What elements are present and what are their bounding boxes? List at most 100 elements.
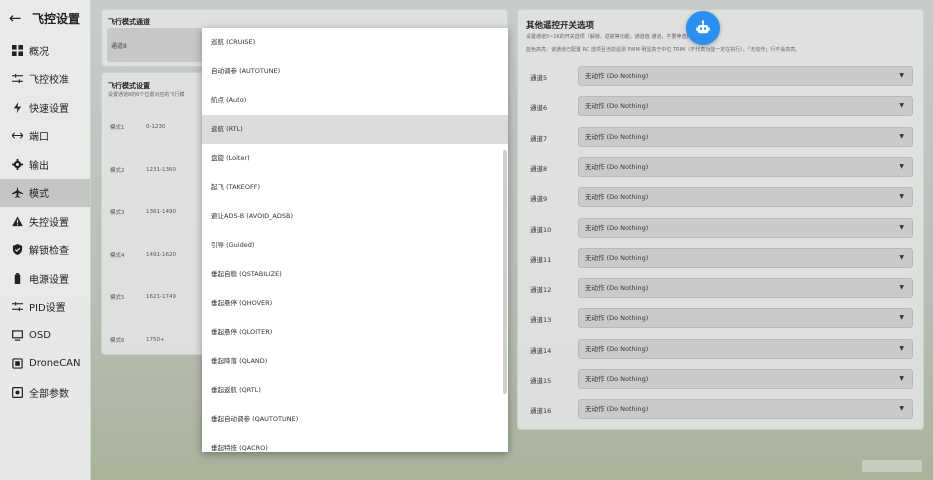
channel-label: 通道5 xyxy=(530,74,548,82)
dropdown-option[interactable]: 引导 (Guided) xyxy=(202,231,508,260)
sidebar-item-12[interactable]: 全部参数 xyxy=(0,378,90,407)
channel-label: 通道8 xyxy=(530,164,548,173)
dropdown-option[interactable]: 避让ADS-B (AVOID_ADSB) xyxy=(202,202,508,231)
channel-row: 通道16 无动作 (Do Nothing) ▼ xyxy=(518,399,925,421)
channel-option-value: 无动作 (Do Nothing) xyxy=(585,405,649,414)
dropdown-option[interactable]: 垂起返航 (QRTL) xyxy=(202,376,508,405)
dropdown-option[interactable]: 垂起降落 (QLAND) xyxy=(202,347,508,376)
sidebar-title: 飞控设置 xyxy=(32,11,81,26)
flight-mode-settings-subtitle: 设置通道8的6个位置对应的飞行模 xyxy=(108,92,185,98)
channel-option-select[interactable]: 无动作 (Do Nothing) ▼ xyxy=(578,66,913,86)
channel-option-select[interactable]: 无动作 (Do Nothing) ▼ xyxy=(578,126,913,147)
flight-mode-channel-title: 飞行模式通道 xyxy=(108,18,150,26)
shield-icon xyxy=(10,244,24,256)
sidebar-item-6[interactable]: 失控设置 xyxy=(0,207,90,236)
channel-label: 通道12 xyxy=(530,286,552,295)
dropdown-option[interactable]: 起飞 (TAKEOFF) xyxy=(202,173,508,202)
sidebar-header: ← 飞控设置 xyxy=(0,0,90,36)
caret-down-icon: ▼ xyxy=(899,405,904,413)
sidebar-item-label: 端口 xyxy=(29,132,49,144)
channel-option-select[interactable]: 无动作 (Do Nothing) ▼ xyxy=(578,369,913,389)
channel-option-select[interactable]: 无动作 (Do Nothing) ▼ xyxy=(578,278,913,299)
dropdown-option[interactable]: 垂起悬停 (QLOITER) xyxy=(202,318,508,347)
sidebar-item-2[interactable]: 快速设置 xyxy=(0,93,90,122)
arrow-left-icon[interactable]: ← xyxy=(9,9,29,27)
dropdown-option[interactable]: 航点 (Auto) xyxy=(202,86,508,115)
channel-row: 通道12 无动作 (Do Nothing) ▼ xyxy=(518,278,925,300)
channel-row: 通道8 无动作 (Do Nothing) ▼ xyxy=(518,156,925,179)
sidebar-item-3[interactable]: 端口 xyxy=(0,122,90,151)
sliders-icon xyxy=(10,301,24,313)
corner-overlay xyxy=(862,460,922,472)
channel-label: 通道11 xyxy=(530,255,552,264)
other-channels-highlight-note: 蓝色高亮：该通道已配置 RC 选项且当前遥测 PWM 明显高于中位 TRIM（不… xyxy=(526,47,801,53)
channel-label: 通道7 xyxy=(530,134,548,143)
dropdown-option[interactable]: 垂起自动调参 (QAUTOTUNE) xyxy=(202,405,508,434)
mode-name: 模式2 xyxy=(110,167,125,174)
channel-option-select[interactable]: 无动作 (Do Nothing) ▼ xyxy=(578,156,913,177)
mode-row: 模式4 1491-1620 xyxy=(110,249,206,261)
mode-name: 模式4 xyxy=(110,252,125,259)
dropdown-scrollbar[interactable] xyxy=(503,150,507,394)
channel-option-select[interactable]: 无动作 (Do Nothing) ▼ xyxy=(578,217,913,238)
dropdown-option[interactable]: 自动调参 (AUTOTUNE) xyxy=(202,57,508,86)
channel-option-select[interactable]: 无动作 (Do Nothing) ▼ xyxy=(578,338,913,359)
caret-down-icon: ▼ xyxy=(899,132,904,140)
channel-option-select[interactable]: 无动作 (Do Nothing) ▼ xyxy=(578,96,913,117)
sidebar-item-label: DroneCAN xyxy=(29,358,81,370)
robot-icon[interactable] xyxy=(686,11,720,45)
dropdown-option[interactable]: 垂起自稳 (QSTABILIZE) xyxy=(202,260,508,289)
channel-option-value: 无动作 (Do Nothing) xyxy=(585,284,649,293)
sidebar-item-label: 快速设置 xyxy=(29,103,69,115)
mode-name: 模式5 xyxy=(110,295,125,301)
dropdown-option[interactable]: 巡航 (CRUISE) xyxy=(202,28,508,57)
caret-down-icon: ▼ xyxy=(899,223,904,231)
channel-label: 通道10 xyxy=(530,225,552,234)
sidebar-item-11[interactable]: DroneCAN xyxy=(0,350,90,379)
sidebar-item-0[interactable]: 概况 xyxy=(0,36,90,65)
channel-option-select[interactable]: 无动作 (Do Nothing) ▼ xyxy=(578,308,913,329)
mode-pwm-range: 1621-1749 xyxy=(146,294,176,300)
dashboard-icon xyxy=(10,44,24,56)
channel-option-value: 无动作 (Do Nothing) xyxy=(585,314,649,323)
sidebar-item-1[interactable]: 飞控校准 xyxy=(0,65,90,94)
caret-down-icon: ▼ xyxy=(899,102,904,110)
channel-option-value: 无动作 (Do Nothing) xyxy=(585,375,649,383)
channel-label: 通道14 xyxy=(530,346,552,355)
sidebar: ← 飞控设置 概况 飞控校准快速设置端口输出 模式 失控设置 解锁检查 电源设置 PID设置… xyxy=(0,0,91,480)
settings-box-icon xyxy=(10,386,24,398)
channel-option-value: 无动作 (Do Nothing) xyxy=(585,72,649,80)
gear-icon xyxy=(10,158,24,170)
mode-row: 模式2 1231-1360 xyxy=(110,164,206,176)
other-channels-subtitle: 设置通道5~16的开关选项（解锁、返航等功能，通道值 通道，不要伸选择） xyxy=(526,34,697,40)
dropdown-option[interactable]: 返航 (RTL) xyxy=(202,115,508,144)
mode-pwm-range: 1361-1490 xyxy=(146,209,176,215)
dropdown-option[interactable]: 垂起悬停 (QHOVER) xyxy=(202,289,508,318)
flight-mode-settings-title: 飞行模式设置 xyxy=(108,82,150,90)
flight-mode-channel-value: 通道8 xyxy=(111,43,127,50)
channel-option-select[interactable]: 无动作 (Do Nothing) ▼ xyxy=(578,399,913,420)
channel-label: 通道6 xyxy=(530,104,548,113)
battery-icon xyxy=(10,272,24,284)
flight-mode-channel-select[interactable]: 通道8 xyxy=(107,28,203,62)
sidebar-item-5[interactable]: 模式 xyxy=(0,178,90,207)
other-channels-title: 其他遥控开关选项 xyxy=(526,21,595,31)
channel-option-select[interactable]: 无动作 (Do Nothing) ▼ xyxy=(578,247,913,268)
warning-icon xyxy=(10,215,24,227)
caret-down-icon: ▼ xyxy=(899,253,904,261)
channel-option-value: 无动作 (Do Nothing) xyxy=(585,344,649,353)
sidebar-item-10[interactable]: OSD xyxy=(0,321,90,350)
channel-option-select[interactable]: 无动作 (Do Nothing) ▼ xyxy=(578,187,913,208)
sidebar-item-7[interactable]: 解锁检查 xyxy=(0,236,90,265)
sidebar-item-4[interactable]: 输出 xyxy=(0,150,90,179)
mode-pwm-range: 0-1230 xyxy=(146,124,166,130)
caret-down-icon: ▼ xyxy=(899,375,904,382)
sliders-icon xyxy=(10,73,24,85)
mode-row: 模式6 1750+ xyxy=(110,334,206,346)
sidebar-item-8[interactable]: 电源设置 xyxy=(0,264,90,293)
dropdown-option[interactable]: 垂起特技 (QACRO) xyxy=(202,434,508,452)
dropdown-option[interactable]: 盘旋 (Loiter) xyxy=(202,144,508,173)
flight-mode-dropdown: 巡航 (CRUISE) 自动调参 (AUTOTUNE) 航点 (Auto) 返航 (R… xyxy=(202,28,508,452)
sidebar-item-9[interactable]: PID设置 xyxy=(0,293,90,322)
caret-down-icon: ▼ xyxy=(899,284,904,292)
